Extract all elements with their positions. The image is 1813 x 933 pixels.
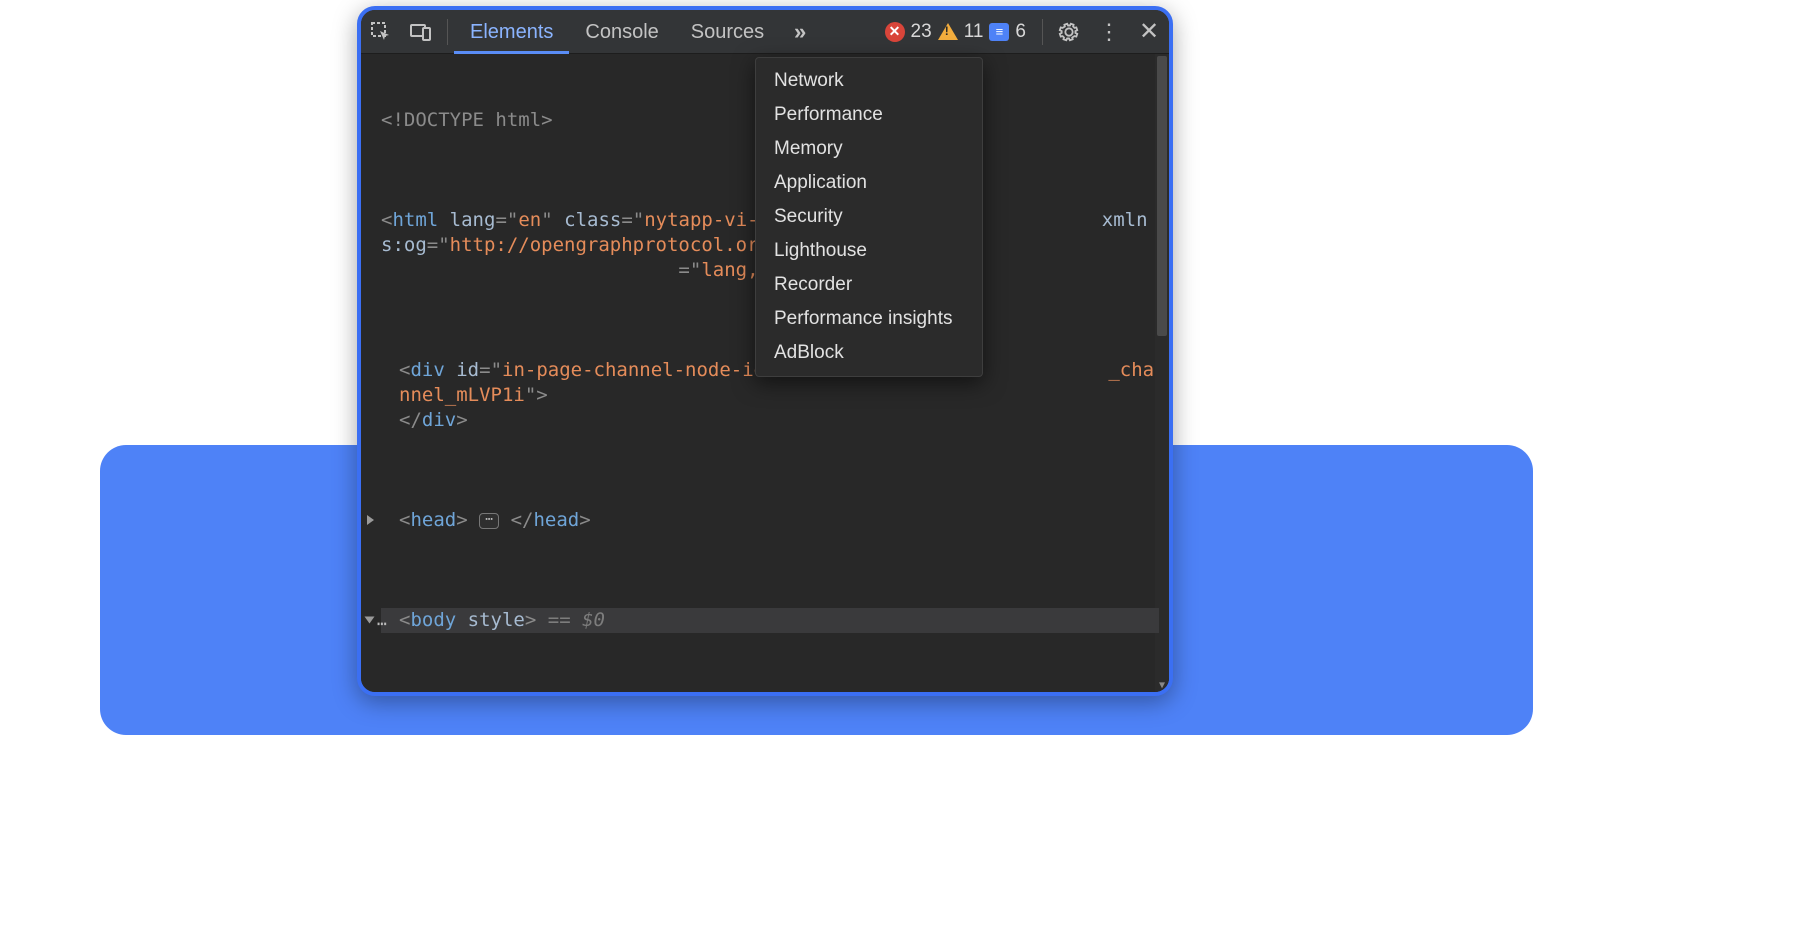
- kebab-menu-icon[interactable]: ⋮: [1089, 10, 1129, 54]
- scrollbar-thumb[interactable]: [1157, 56, 1167, 336]
- scroll-down-icon[interactable]: ▼: [1155, 678, 1169, 692]
- tab-sources[interactable]: Sources: [675, 10, 780, 54]
- devtools-window: Elements Console Sources » ✕ 23 11 ≡ 6 ⋮…: [357, 6, 1173, 696]
- toolbar-separator: [447, 19, 448, 45]
- settings-icon[interactable]: [1049, 10, 1089, 54]
- info-icon: ≡: [989, 23, 1009, 41]
- expand-icon[interactable]: [367, 515, 374, 525]
- menu-item-recorder[interactable]: Recorder: [756, 268, 982, 302]
- menu-item-performance-insights[interactable]: Performance insights: [756, 302, 982, 336]
- warning-count: 11: [964, 21, 984, 43]
- error-count: 23: [911, 21, 932, 43]
- tab-elements[interactable]: Elements: [454, 10, 569, 54]
- overflow-tabs-menu: Network Performance Memory Application S…: [755, 57, 983, 377]
- warning-icon: [938, 23, 958, 40]
- menu-item-adblock[interactable]: AdBlock: [756, 336, 982, 370]
- more-tabs-icon[interactable]: »: [780, 10, 820, 54]
- menu-item-memory[interactable]: Memory: [756, 132, 982, 166]
- close-icon[interactable]: ✕: [1129, 10, 1169, 54]
- device-toggle-icon[interactable]: [401, 10, 441, 54]
- collapse-icon[interactable]: [365, 617, 375, 624]
- error-icon: ✕: [885, 22, 905, 42]
- menu-item-lighthouse[interactable]: Lighthouse: [756, 234, 982, 268]
- issue-counts[interactable]: ✕ 23 11 ≡ 6: [885, 21, 1026, 43]
- devtools-toolbar: Elements Console Sources » ✕ 23 11 ≡ 6 ⋮…: [361, 10, 1169, 54]
- ellipsis-icon[interactable]: ⋯: [479, 513, 499, 529]
- inspect-element-icon[interactable]: [361, 10, 401, 54]
- menu-item-performance[interactable]: Performance: [756, 98, 982, 132]
- menu-item-network[interactable]: Network: [756, 64, 982, 98]
- selection-marker-icon: ⋯: [377, 611, 386, 636]
- menu-item-application[interactable]: Application: [756, 166, 982, 200]
- tab-console[interactable]: Console: [569, 10, 674, 54]
- dom-node-selected[interactable]: ⋯<body style> == $0: [381, 608, 1159, 633]
- dom-node[interactable]: <head> ⋯ </head>: [381, 508, 1159, 533]
- menu-item-security[interactable]: Security: [756, 200, 982, 234]
- info-count: 6: [1015, 21, 1026, 43]
- toolbar-separator: [1042, 19, 1043, 45]
- panel-tabs: Elements Console Sources: [454, 10, 780, 53]
